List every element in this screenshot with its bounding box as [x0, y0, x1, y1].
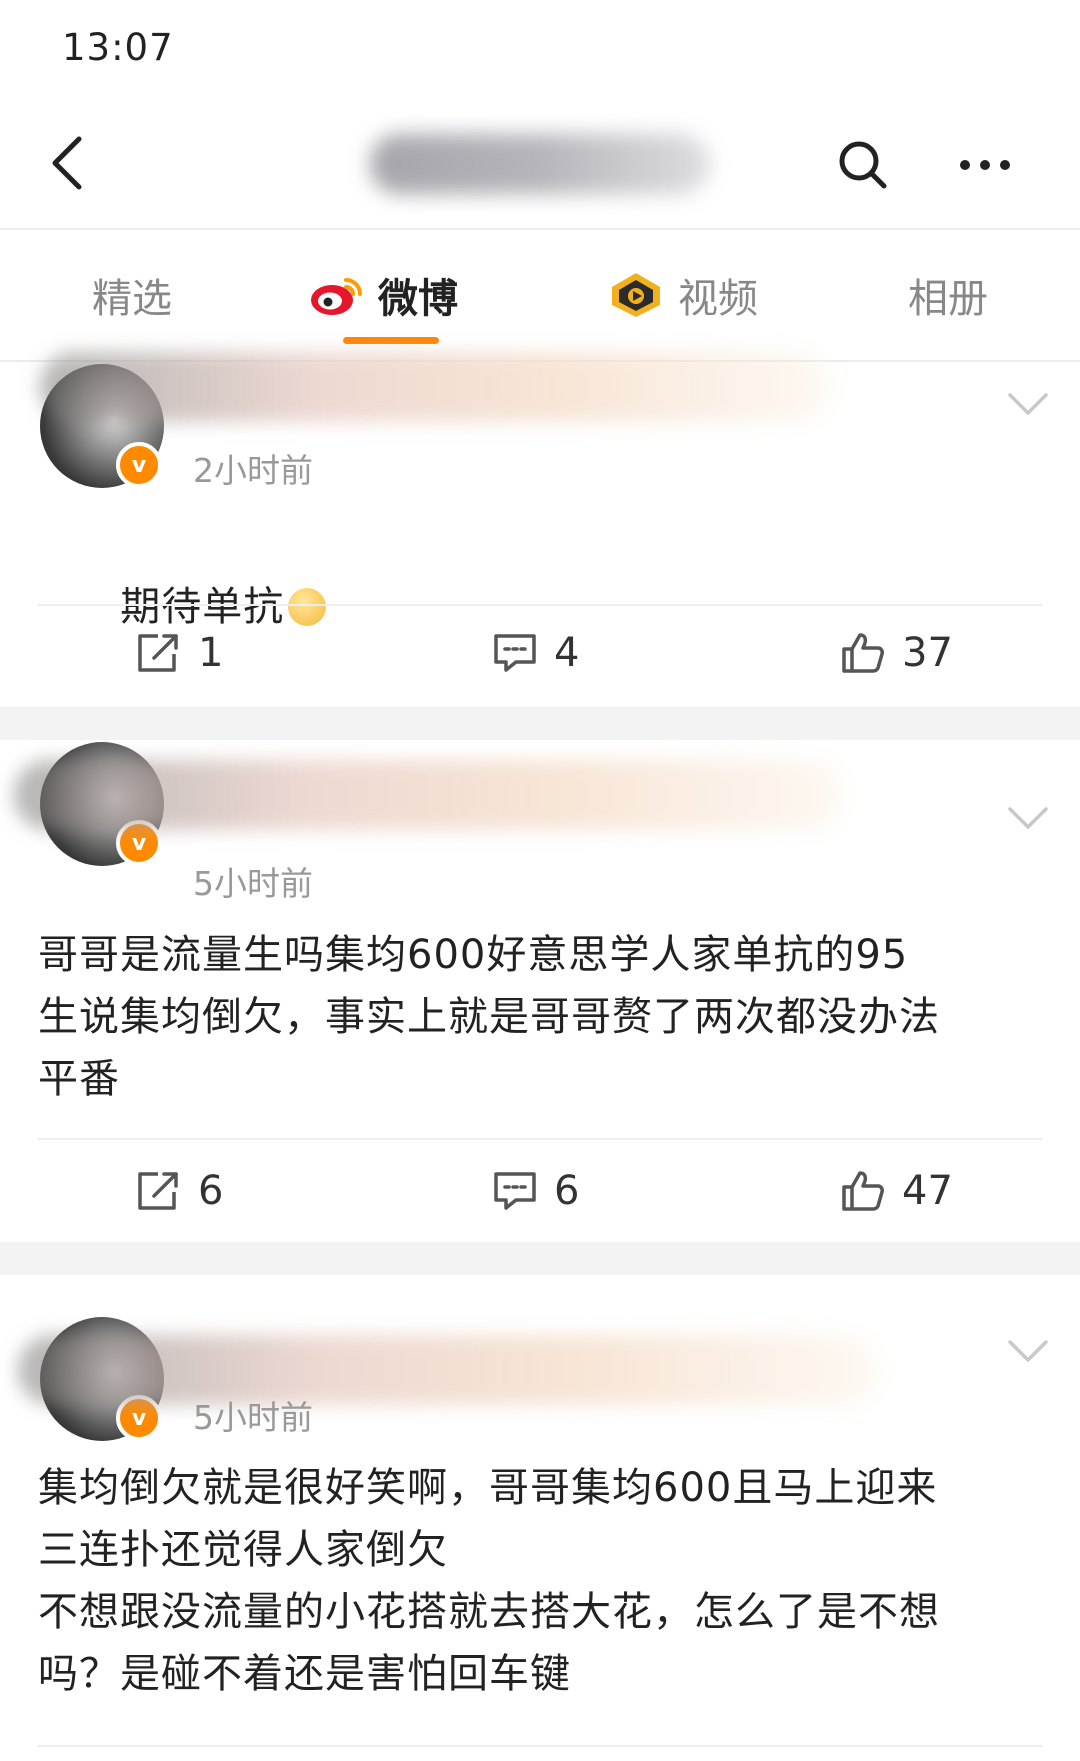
divider: [38, 1138, 1042, 1140]
like-count: 47: [902, 1168, 953, 1214]
chevron-down-icon: [1008, 393, 1048, 415]
post-menu-button[interactable]: [1000, 384, 1056, 424]
chevron-down-icon: [1008, 1340, 1048, 1362]
divider: [38, 604, 1042, 606]
comment-button[interactable]: 6: [492, 1168, 579, 1214]
video-channel-icon: [608, 271, 664, 319]
divider: [38, 1745, 1042, 1747]
post-card[interactable]: v 2小时前 期待单抗 1 4 37: [0, 352, 1080, 707]
tab-label: 精选: [92, 276, 172, 322]
tab-album[interactable]: 相册: [908, 260, 988, 330]
weibo-profile-page: 13:07 精选 微博 视频 相册 v 2小时前 期待单抗 1 4 37 v 5…: [0, 0, 1080, 1761]
blurred-username: [40, 352, 830, 422]
repost-button[interactable]: 6: [136, 1168, 223, 1214]
more-button[interactable]: [950, 130, 1020, 200]
comment-count: 6: [554, 1168, 580, 1214]
comment-icon: [494, 634, 536, 672]
profile-tabs: 精选 微博 视频 相册: [0, 230, 1080, 362]
back-button[interactable]: [32, 128, 102, 198]
verified-badge-icon: v: [116, 442, 162, 488]
tab-label: 视频: [678, 276, 758, 322]
status-time: 13:07: [62, 26, 174, 69]
repost-count: 1: [198, 630, 224, 676]
post-menu-button[interactable]: [1000, 1331, 1056, 1371]
repost-count: 6: [198, 1168, 224, 1214]
tab-video[interactable]: 视频: [608, 260, 758, 330]
like-count: 37: [902, 630, 953, 676]
post-menu-button[interactable]: [1000, 798, 1056, 838]
repost-icon: [138, 1172, 178, 1210]
comment-count: 4: [554, 630, 580, 676]
status-bar: 13:07: [0, 0, 1080, 100]
thumbs-up-icon: [842, 1171, 884, 1211]
search-icon: [839, 141, 887, 189]
post-card[interactable]: v 5小时前 哥哥是流量生吗集均600好意思学人家单抗的95 生说集均倒欠，事实…: [0, 740, 1080, 1242]
tab-label: 相册: [908, 276, 988, 322]
post-time: 5小时前: [193, 864, 313, 903]
weibo-logo-icon: [308, 272, 364, 318]
praying-emoji-icon: [288, 588, 327, 626]
like-button[interactable]: 47: [840, 1168, 953, 1214]
post-card[interactable]: v 5小时前 集均倒欠就是很好笑啊，哥哥集均600且马上迎来 三连扑还觉得人家倒…: [0, 1275, 1080, 1761]
chevron-down-icon: [1008, 807, 1048, 829]
header-bar: [0, 100, 1080, 230]
tab-weibo[interactable]: 微博: [308, 260, 458, 330]
post-text: 哥哥是流量生吗集均600好意思学人家单抗的95 生说集均倒欠，事实上就是哥哥赘了…: [38, 932, 940, 1102]
post-text-content: 期待单抗: [120, 584, 285, 630]
comment-icon: [494, 1172, 536, 1210]
thumbs-up-icon: [842, 633, 884, 673]
blurred-account-title: [370, 134, 710, 194]
blurred-username: [18, 1335, 878, 1405]
comment-button[interactable]: 4: [492, 630, 579, 676]
like-button[interactable]: 37: [840, 630, 953, 676]
post-time: 5小时前: [193, 1398, 313, 1437]
search-button[interactable]: [828, 130, 898, 200]
chevron-left-icon: [52, 136, 82, 190]
repost-button[interactable]: 1: [136, 630, 223, 676]
tab-featured[interactable]: 精选: [92, 260, 172, 330]
more-dots-icon: [960, 160, 1010, 170]
post-time: 2小时前: [193, 451, 313, 490]
active-tab-indicator: [343, 337, 439, 344]
blurred-username: [14, 760, 844, 830]
tab-label: 微博: [378, 276, 458, 322]
repost-icon: [138, 634, 178, 672]
post-text: 集均倒欠就是很好笑啊，哥哥集均600且马上迎来 三连扑还觉得人家倒欠 不想跟没流…: [38, 1465, 940, 1697]
